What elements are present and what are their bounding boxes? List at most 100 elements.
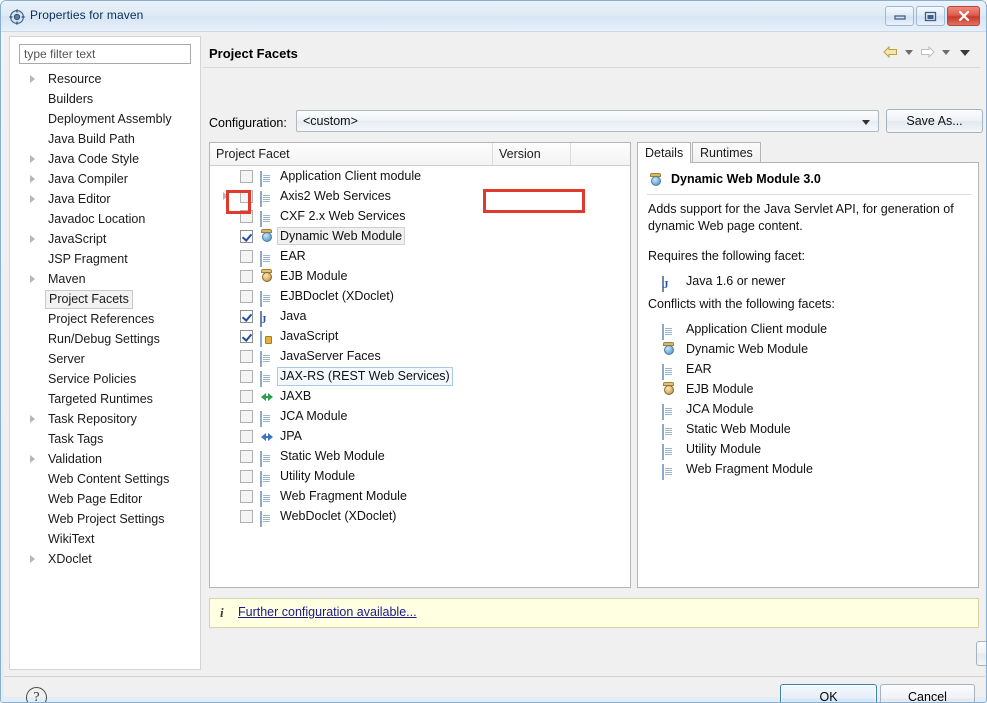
table-row[interactable]: JCA Module1.6 <box>210 406 758 427</box>
expand-triangle-icon[interactable] <box>30 455 35 463</box>
sidebar-item-xdoclet[interactable]: XDoclet <box>10 549 200 569</box>
facet-checkbox[interactable] <box>240 410 253 423</box>
table-row[interactable]: JavaServer Faces2.2 <box>210 346 758 367</box>
sidebar-item-server[interactable]: Server <box>10 349 200 369</box>
facet-checkbox[interactable] <box>240 190 253 203</box>
table-row[interactable]: Static Web Module <box>210 446 630 467</box>
save-as-button[interactable]: Save As... <box>886 109 983 133</box>
table-row[interactable]: EAR6.0 <box>210 246 758 267</box>
sidebar-item-targeted-runtimes[interactable]: Targeted Runtimes <box>10 389 200 409</box>
ok-button[interactable]: OK <box>780 684 877 702</box>
table-row[interactable]: Axis2 Web Services <box>210 186 630 207</box>
table-row[interactable]: JavaScript1.0 <box>210 326 715 347</box>
sidebar-item-service-policies[interactable]: Service Policies <box>10 369 200 389</box>
sidebar-item-label: Resource <box>48 72 102 86</box>
back-arrow-icon[interactable] <box>882 45 899 60</box>
sidebar-item-maven[interactable]: Maven <box>10 269 200 289</box>
table-row[interactable]: JAXB2.2 <box>210 386 758 406</box>
sidebar-item-jsp-fragment[interactable]: JSP Fragment <box>10 249 200 269</box>
sidebar-item-java-compiler[interactable]: Java Compiler <box>10 169 200 189</box>
table-row[interactable]: EJB Module3.1 <box>210 266 758 286</box>
sidebar-item-java-editor[interactable]: Java Editor <box>10 189 200 209</box>
facet-checkbox[interactable] <box>240 510 253 523</box>
forward-menu-chevron-down-icon[interactable] <box>942 50 950 55</box>
facet-checkbox[interactable] <box>240 170 253 183</box>
sidebar-item-task-tags[interactable]: Task Tags <box>10 429 200 449</box>
table-row[interactable]: Web Fragment Module3.0 <box>210 486 758 507</box>
sidebar-item-java-build-path[interactable]: Java Build Path <box>10 129 200 149</box>
sidebar-item-java-code-style[interactable]: Java Code Style <box>10 149 200 169</box>
expand-triangle-icon[interactable] <box>30 555 35 563</box>
filter-input[interactable] <box>19 44 191 64</box>
expand-triangle-icon[interactable] <box>30 415 35 423</box>
forward-arrow-icon[interactable] <box>919 45 936 60</box>
close-button[interactable] <box>947 6 980 26</box>
table-row[interactable]: EJBDoclet (XDoclet)1.2.3 <box>210 286 758 307</box>
sidebar-item-label: Deployment Assembly <box>48 112 172 126</box>
facet-checkbox[interactable] <box>240 470 253 483</box>
sidebar-item-project-references[interactable]: Project References <box>10 309 200 329</box>
sidebar-item-run-debug-settings[interactable]: Run/Debug Settings <box>10 329 200 349</box>
cancel-button[interactable]: Cancel <box>880 684 975 702</box>
table-row[interactable]: Java1.7 <box>210 306 758 327</box>
expand-triangle-icon[interactable] <box>30 275 35 283</box>
sidebar-item-label: Web Page Editor <box>48 492 143 506</box>
minimize-icon <box>886 7 913 25</box>
table-row[interactable]: JPA2.1 <box>210 426 758 446</box>
help-question-icon[interactable]: ? <box>26 687 47 702</box>
expand-triangle-icon[interactable] <box>223 192 228 200</box>
page-menu-chevron-down-icon[interactable] <box>960 49 970 56</box>
table-row[interactable]: Utility Module <box>210 466 630 487</box>
facet-checkbox[interactable] <box>240 430 253 443</box>
expand-triangle-icon[interactable] <box>30 155 35 163</box>
sidebar-item-web-content-settings[interactable]: Web Content Settings <box>10 469 200 489</box>
table-row[interactable]: Application Client module6.0 <box>210 166 758 187</box>
maximize-button[interactable] <box>916 6 945 26</box>
back-menu-chevron-down-icon[interactable] <box>905 50 913 55</box>
column-header-blank[interactable] <box>571 143 630 165</box>
facet-checkbox[interactable] <box>240 450 253 463</box>
configuration-select[interactable]: <custom> <box>296 110 879 132</box>
doc-icon <box>662 402 664 422</box>
facet-checkbox[interactable] <box>240 230 253 243</box>
minimize-button[interactable] <box>885 6 914 26</box>
expand-triangle-icon[interactable] <box>30 235 35 243</box>
sidebar-item-resource[interactable]: Resource <box>10 69 200 89</box>
sidebar-item-builders[interactable]: Builders <box>10 89 200 109</box>
sidebar-item-task-repository[interactable]: Task Repository <box>10 409 200 429</box>
details-description: Adds support for the Java Servlet API, f… <box>648 202 954 233</box>
expand-triangle-icon[interactable] <box>30 75 35 83</box>
further-configuration-link[interactable]: Further configuration available... <box>238 605 417 619</box>
sidebar-item-javadoc-location[interactable]: Javadoc Location <box>10 209 200 229</box>
expand-triangle-icon[interactable] <box>30 195 35 203</box>
facet-checkbox[interactable] <box>240 290 253 303</box>
sidebar-item-web-page-editor[interactable]: Web Page Editor <box>10 489 200 509</box>
facet-checkbox[interactable] <box>240 490 253 503</box>
facet-checkbox[interactable] <box>240 370 253 383</box>
column-header-version[interactable]: Version <box>493 143 571 165</box>
sidebar-item-validation[interactable]: Validation <box>10 449 200 469</box>
sidebar-item-wikitext[interactable]: WikiText <box>10 529 200 549</box>
tab-details[interactable]: Details <box>637 142 692 163</box>
table-row[interactable]: Dynamic Web Module3.0 <box>210 226 758 246</box>
facet-checkbox[interactable] <box>240 390 253 403</box>
revert-button[interactable]: Revert <box>976 641 986 666</box>
sidebar-item-project-facets[interactable]: Project Facets <box>10 289 200 309</box>
sidebar-item-javascript[interactable]: JavaScript <box>10 229 200 249</box>
details-heading-text: Dynamic Web Module 3.0 <box>671 172 821 186</box>
table-row[interactable]: CXF 2.x Web Services1.0 <box>210 206 715 227</box>
facet-checkbox[interactable] <box>240 270 253 283</box>
facet-checkbox[interactable] <box>240 310 253 323</box>
facet-checkbox[interactable] <box>240 210 253 223</box>
facet-checkbox[interactable] <box>240 250 253 263</box>
table-row[interactable]: JAX-RS (REST Web Services)1.1 <box>210 366 758 387</box>
facet-checkbox[interactable] <box>240 350 253 363</box>
column-header-project-facet[interactable]: Project Facet <box>210 143 493 165</box>
table-row[interactable]: WebDoclet (XDoclet)1.2.3 <box>210 506 758 527</box>
tab-runtimes[interactable]: Runtimes <box>692 142 761 163</box>
facet-checkbox[interactable] <box>240 330 253 343</box>
conflicting-facet-item-label: Application Client module <box>686 322 828 336</box>
sidebar-item-web-project-settings[interactable]: Web Project Settings <box>10 509 200 529</box>
sidebar-item-deployment-assembly[interactable]: Deployment Assembly <box>10 109 200 129</box>
expand-triangle-icon[interactable] <box>30 175 35 183</box>
